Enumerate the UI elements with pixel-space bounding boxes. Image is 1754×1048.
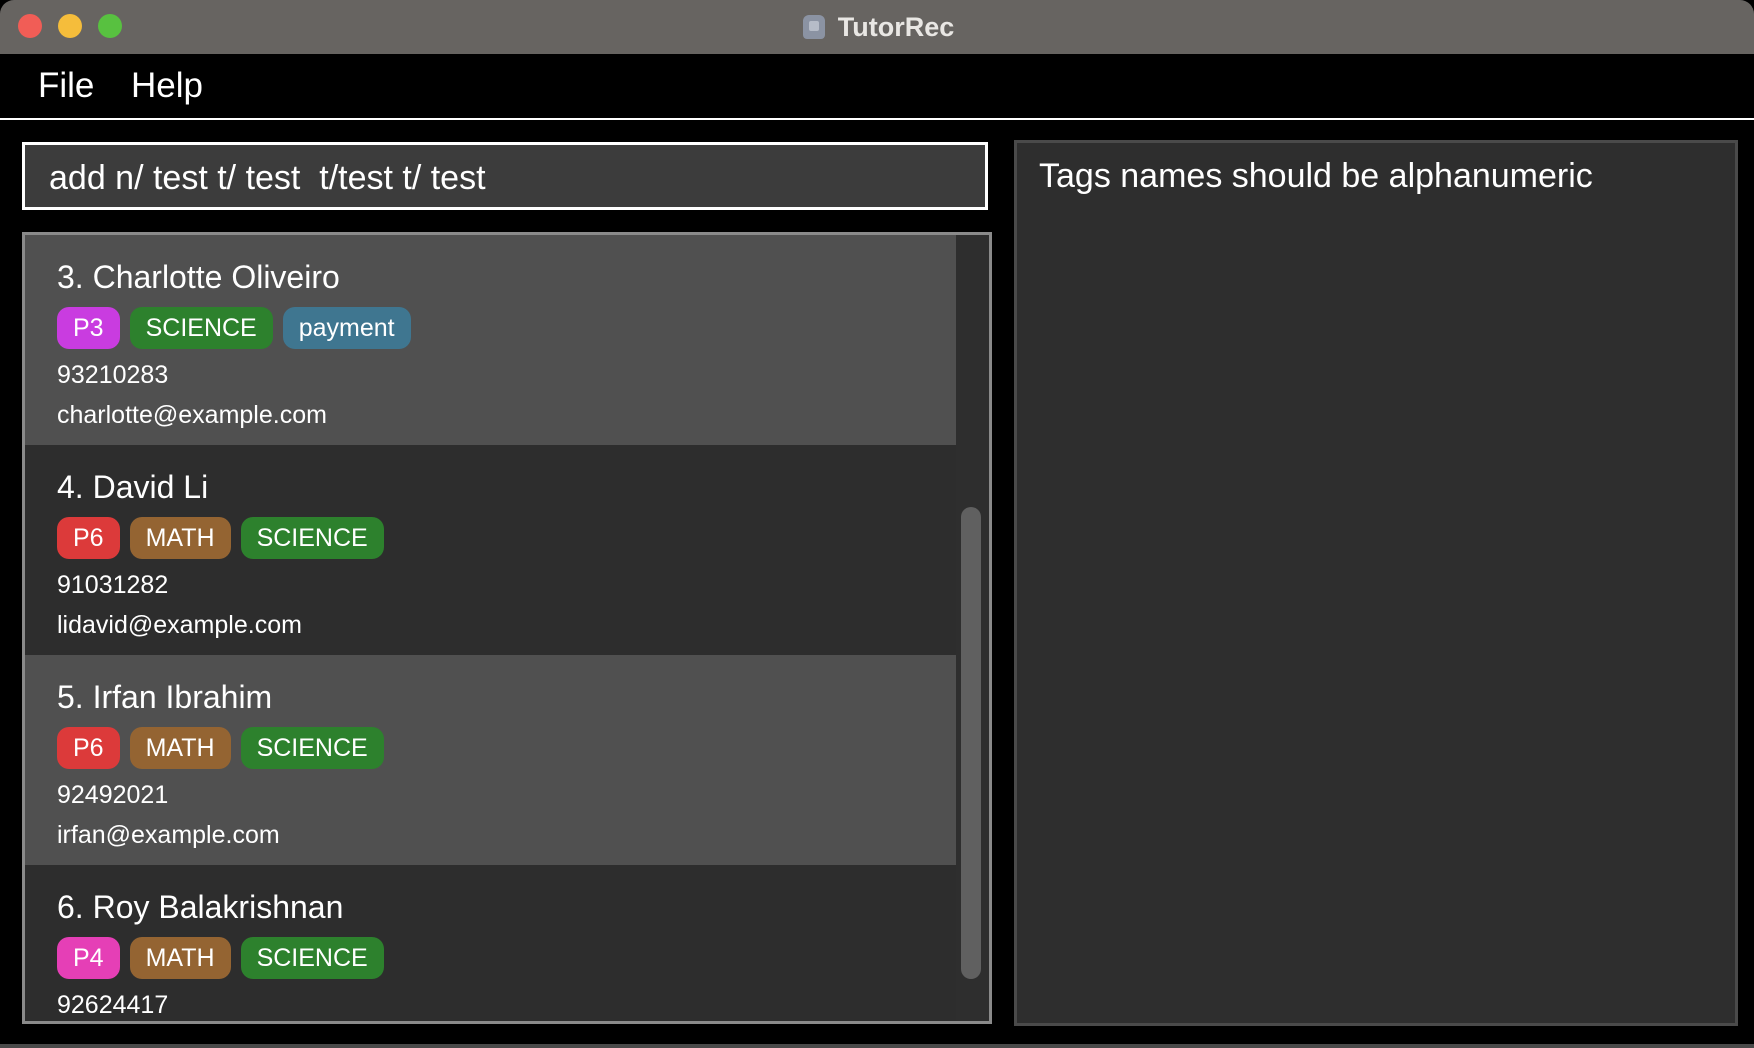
person-card[interactable]: 6. Roy Balakrishnan P4 MATH SCIENCE 92624417 bbox=[25, 865, 959, 1021]
person-name: 4. David Li bbox=[57, 469, 209, 505]
menu-help[interactable]: Help bbox=[131, 66, 203, 106]
result-message: Tags names should be alphanumeric bbox=[1039, 157, 1593, 195]
tag-badge: P3 bbox=[57, 307, 120, 349]
person-card[interactable]: 3. Charlotte Oliveiro P3 SCIENCE payment 932… bbox=[25, 235, 959, 445]
person-list-scrollbar[interactable] bbox=[956, 235, 986, 1021]
person-card[interactable]: 5. Irfan Ibrahim P6 MATH SCIENCE 92492021 irf… bbox=[25, 655, 959, 865]
tag-badge: MATH bbox=[129, 937, 231, 979]
tag-badge: MATH bbox=[129, 517, 231, 559]
tag-badge: P4 bbox=[57, 937, 120, 979]
person-name: 5. Irfan Ibrahim bbox=[57, 679, 273, 715]
app-window: TutorRec File Help add n/ test t/ test t… bbox=[0, 0, 1754, 1048]
result-display: Tags names should be alphanumeric bbox=[1014, 140, 1738, 1026]
person-tags: P3 SCIENCE payment bbox=[57, 307, 959, 349]
tag-badge: SCIENCE bbox=[240, 727, 384, 769]
scrollbar-thumb[interactable] bbox=[961, 507, 981, 979]
app-logo-icon bbox=[800, 13, 828, 41]
tag-badge: SCIENCE bbox=[240, 517, 384, 559]
person-phone: 92624417 bbox=[57, 991, 169, 1019]
command-input-text: add n/ test t/ test t/test t/ test bbox=[49, 159, 486, 197]
person-name: 6. Roy Balakrishnan bbox=[57, 889, 344, 925]
person-list-panel[interactable]: 3. Charlotte Oliveiro P3 SCIENCE payment 932… bbox=[22, 232, 992, 1024]
person-tags: P6 MATH SCIENCE bbox=[57, 727, 959, 769]
tag-badge: SCIENCE bbox=[129, 307, 273, 349]
person-phone: 93210283 bbox=[57, 361, 169, 389]
person-email: lidavid@example.com bbox=[57, 611, 302, 639]
person-phone: 92492021 bbox=[57, 781, 169, 809]
status-divider bbox=[0, 1044, 1754, 1048]
window-title-group: TutorRec bbox=[0, 0, 1754, 54]
tag-badge: P6 bbox=[57, 727, 120, 769]
person-email: irfan@example.com bbox=[57, 821, 280, 849]
person-phone: 91031282 bbox=[57, 571, 169, 599]
tag-badge: SCIENCE bbox=[240, 937, 384, 979]
person-list: 3. Charlotte Oliveiro P3 SCIENCE payment 932… bbox=[25, 235, 959, 1021]
person-name: 3. Charlotte Oliveiro bbox=[57, 259, 340, 295]
window-title: TutorRec bbox=[837, 11, 955, 42]
tag-badge: payment bbox=[282, 307, 411, 349]
tag-badge: MATH bbox=[129, 727, 231, 769]
person-tags: P4 MATH SCIENCE bbox=[57, 937, 959, 979]
person-email: charlotte@example.com bbox=[57, 401, 327, 429]
person-tags: P6 MATH SCIENCE bbox=[57, 517, 959, 559]
tag-badge: P6 bbox=[57, 517, 120, 559]
person-card[interactable]: 4. David Li P6 MATH SCIENCE 91031282 lidavid@… bbox=[25, 445, 959, 655]
title-bar: TutorRec bbox=[0, 0, 1754, 54]
command-input[interactable]: add n/ test t/ test t/test t/ test bbox=[22, 142, 988, 210]
menu-file[interactable]: File bbox=[38, 66, 94, 106]
menu-bar: File Help bbox=[0, 54, 1754, 120]
